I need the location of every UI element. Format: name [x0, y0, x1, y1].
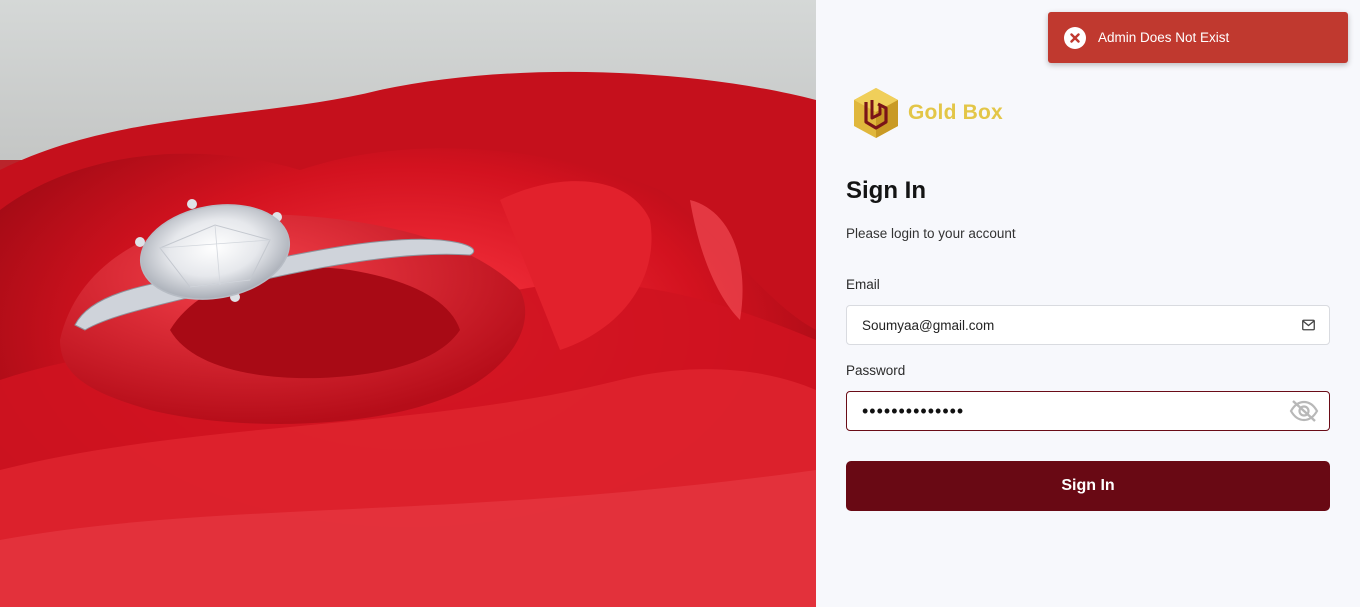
brand-name: Gold Box: [908, 101, 1003, 124]
envelope-icon: [1302, 319, 1315, 331]
password-field-wrapper: [846, 391, 1330, 431]
brand-logo: Gold Box: [852, 86, 1003, 140]
toast-message: Admin Does Not Exist: [1098, 30, 1230, 45]
email-input[interactable]: [847, 306, 1287, 344]
login-panel: Gold Box Sign In Please login to your ac…: [816, 0, 1360, 607]
email-field-wrapper: [846, 305, 1330, 345]
page-subtitle: Please login to your account: [846, 226, 1016, 241]
email-label: Email: [846, 277, 880, 292]
password-input[interactable]: [847, 392, 1287, 430]
password-label: Password: [846, 363, 906, 378]
gold-box-hexagon-icon: [854, 88, 898, 138]
error-x-icon: [1064, 26, 1086, 49]
page-title: Sign In: [846, 177, 926, 204]
rose-ring-illustration: [0, 0, 816, 607]
error-toast[interactable]: Admin Does Not Exist: [1048, 12, 1348, 63]
eye-slash-icon[interactable]: [1289, 399, 1319, 423]
sign-in-button[interactable]: Sign In: [846, 461, 1330, 511]
hero-image: [0, 0, 816, 607]
